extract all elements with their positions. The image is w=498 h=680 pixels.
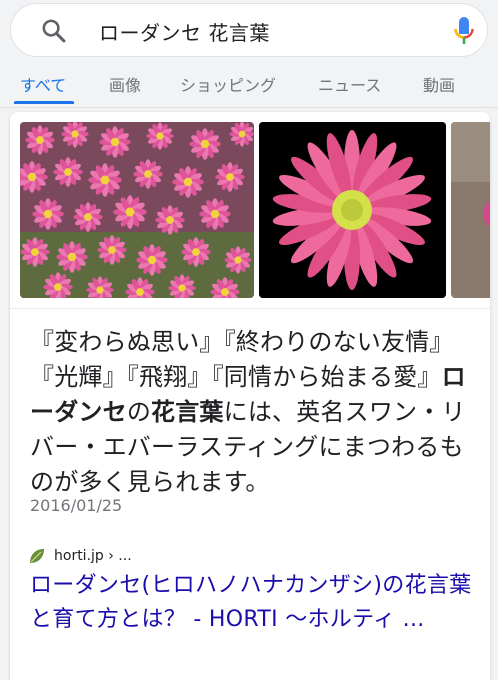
search-input[interactable]: ローダンセ 花言葉 — [99, 17, 270, 46]
tabs-divider — [0, 107, 498, 108]
tab-news[interactable]: ニュース — [318, 72, 381, 96]
google-search-page: ローダンセ 花言葉 すべて 画像 ショッピング ニュース 動画 『変わらぬ思い』… — [0, 0, 498, 680]
tab-videos[interactable]: 動画 — [423, 72, 455, 96]
tab-all[interactable]: すべて — [20, 72, 66, 96]
active-tab-indicator — [14, 101, 74, 104]
snippet-bold-hanakotoba: 花言葉 — [151, 398, 224, 426]
snippet-text: 『変わらぬ思い』『終わりのない友情』『光輝』『飛翔』『同情から始まる愛』ローダン… — [30, 325, 475, 500]
snippet-date: 2016/01/25 — [30, 496, 123, 515]
result-source[interactable]: horti.jp › ... — [28, 544, 132, 568]
mic-icon[interactable] — [453, 16, 475, 46]
tab-images[interactable]: 画像 — [109, 72, 141, 96]
snippet-part-2: の — [126, 398, 152, 426]
source-url: horti.jp › ... — [54, 548, 132, 564]
leaf-icon — [28, 547, 46, 565]
snippet-part-1: 『変わらぬ思い』『終わりのない友情』『光輝』『飛翔』『同情から始まる愛』 — [30, 328, 454, 391]
search-tabs: すべて 画像 ショッピング ニュース 動画 — [0, 62, 498, 108]
featured-snippet-card: 『変わらぬ思い』『終わりのない友情』『光輝』『飛翔』『同情から始まる愛』ローダン… — [10, 112, 490, 680]
flower-image-partial[interactable] — [451, 122, 490, 298]
tab-shopping[interactable]: ショッピング — [180, 72, 276, 96]
result-title-link[interactable]: ローダンセ(ヒロハノハナカンザシ)の花言葉と育て方とは？ - HORTI 〜ホル… — [30, 569, 475, 637]
card-divider — [10, 308, 490, 309]
flower-image-single[interactable] — [259, 122, 446, 298]
search-icon[interactable] — [40, 17, 68, 45]
flower-image-cluster[interactable] — [20, 122, 254, 298]
search-bar[interactable]: ローダンセ 花言葉 — [10, 3, 488, 57]
